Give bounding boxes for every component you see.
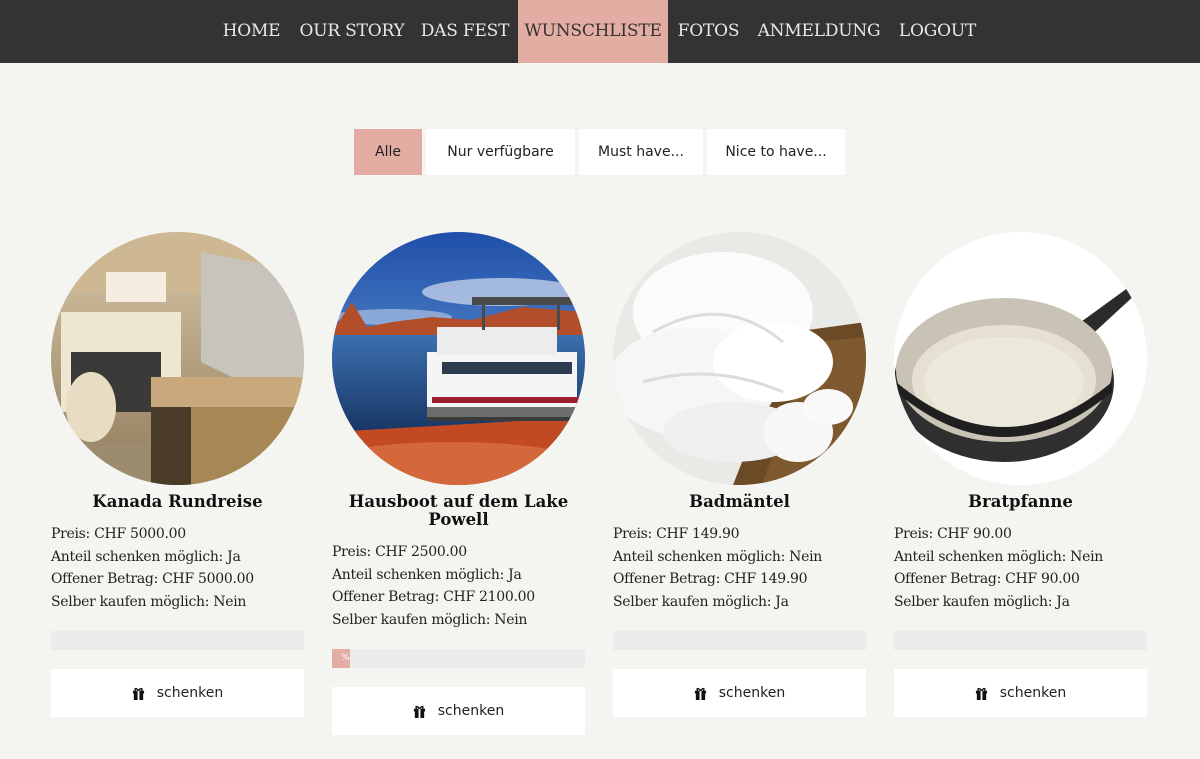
product-open-amount: Offener Betrag: CHF 2100.00 (332, 589, 535, 605)
gift-icon (413, 705, 425, 718)
product-share-possible: Anteil schenken möglich: Nein (894, 548, 1103, 565)
product-self-buy: Selber kaufen möglich: Nein (51, 593, 247, 610)
nav-item-anmeldung[interactable]: ANMELDUNG (751, 0, 887, 63)
nav-item-home[interactable]: HOME (214, 0, 289, 63)
filter-available-button[interactable]: Nur verfügbare (426, 129, 575, 175)
product-title: Kanada Rundreise (92, 492, 263, 511)
product-image-houseboat[interactable] (332, 232, 585, 485)
gift-button-label: schenken (718, 685, 786, 701)
product-price: Preis: CHF 5000.00 (51, 526, 186, 542)
product-open-amount: Offener Betrag: CHF 149.90 (613, 571, 808, 587)
product-price: Preis: CHF 90.00 (894, 526, 1012, 542)
product-self-buy: Selber kaufen möglich: Ja (894, 593, 1070, 610)
nav-item-wunschliste[interactable]: WUNSCHLISTE (518, 0, 668, 63)
filter-must-have-button[interactable]: Must have... (579, 129, 703, 175)
product-image-frying-pan[interactable] (894, 232, 1147, 485)
gift-button-label: schenken (999, 685, 1067, 701)
product-title: Bratpfanne (968, 492, 1073, 511)
product-details: Preis: CHF 2500.00 Anteil schenken mögli… (332, 541, 585, 631)
product-open-amount: Offener Betrag: CHF 5000.00 (51, 571, 254, 587)
product-progress-bar: % (332, 649, 585, 668)
product-title: Hausboot auf dem Lake Powell (348, 492, 569, 529)
top-navbar: HOME OUR STORY DAS FEST WUNSCHLISTE FOTO… (0, 0, 1200, 63)
product-self-buy: Selber kaufen möglich: Ja (613, 593, 789, 610)
filter-all-button[interactable]: Alle (354, 129, 422, 175)
nav-item-logout[interactable]: LOGOUT (890, 0, 985, 63)
product-share-possible: Anteil schenken möglich: Ja (332, 566, 522, 583)
product-details: Preis: CHF 90.00 Anteil schenken möglich… (894, 523, 1147, 613)
product-title: Badmäntel (689, 492, 790, 511)
product-progress-bar (894, 631, 1147, 650)
gift-button-label: schenken (156, 685, 224, 701)
product-progress-bar (51, 631, 304, 650)
product-image-camper[interactable] (51, 232, 304, 485)
product-card: Kanada Rundreise Preis: CHF 5000.00 Ante… (51, 232, 304, 717)
gift-button[interactable]: schenken (51, 669, 304, 717)
product-share-possible: Anteil schenken möglich: Nein (613, 548, 822, 565)
product-image-bathrobes[interactable] (613, 232, 866, 485)
product-details: Preis: CHF 5000.00 Anteil schenken mögli… (51, 523, 304, 613)
gift-button[interactable]: schenken (613, 669, 866, 717)
nav-item-fotos[interactable]: FOTOS (670, 0, 747, 63)
gift-button[interactable]: schenken (332, 687, 585, 735)
product-share-possible: Anteil schenken möglich: Ja (51, 548, 241, 565)
product-details: Preis: CHF 149.90 Anteil schenken möglic… (613, 523, 866, 613)
gift-button-label: schenken (437, 703, 505, 719)
gift-icon (132, 687, 144, 700)
gift-icon (975, 687, 987, 700)
product-price: Preis: CHF 2500.00 (332, 544, 467, 560)
product-card: Hausboot auf dem Lake Powell Preis: CHF … (332, 232, 585, 735)
gift-icon (694, 687, 706, 700)
product-card: Bratpfanne Preis: CHF 90.00 Anteil schen… (894, 232, 1147, 717)
progress-fill: % (332, 649, 350, 668)
gift-button[interactable]: schenken (894, 669, 1147, 717)
product-self-buy: Selber kaufen möglich: Nein (332, 611, 528, 628)
product-price: Preis: CHF 149.90 (613, 526, 740, 542)
nav-item-our-story[interactable]: OUR STORY (293, 0, 411, 63)
product-progress-bar (613, 631, 866, 650)
nav-item-das-fest[interactable]: DAS FEST (414, 0, 516, 63)
product-card: Badmäntel Preis: CHF 149.90 Anteil schen… (613, 232, 866, 717)
product-open-amount: Offener Betrag: CHF 90.00 (894, 571, 1080, 587)
filter-nice-to-have-button[interactable]: Nice to have... (707, 129, 845, 175)
